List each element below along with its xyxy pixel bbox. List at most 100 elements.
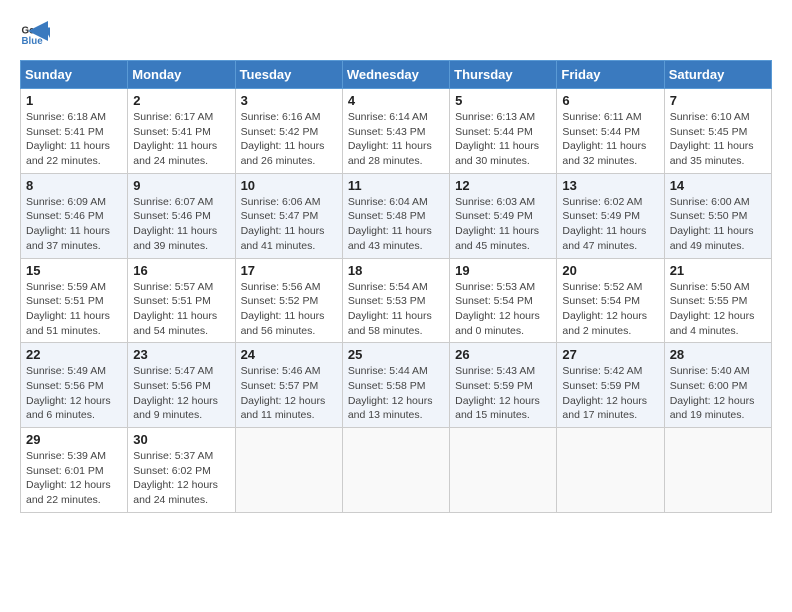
calendar-week-row: 22Sunrise: 5:49 AMSunset: 5:56 PMDayligh… [21, 343, 772, 428]
day-number: 22 [26, 347, 122, 362]
weekday-header: Saturday [664, 61, 771, 89]
calendar-cell [664, 428, 771, 513]
calendar-week-row: 29 Sunrise: 5:39 AMSunset: 6:01 PMDayligh… [21, 428, 772, 513]
calendar-cell: 3 Sunrise: 6:16 AMSunset: 5:42 PMDaylight… [235, 89, 342, 174]
day-info: Sunrise: 5:50 AMSunset: 5:55 PMDaylight:… [670, 280, 766, 339]
header: General Blue [20, 20, 772, 50]
weekday-header: Thursday [450, 61, 557, 89]
day-number: 24 [241, 347, 337, 362]
calendar-cell: 29 Sunrise: 5:39 AMSunset: 6:01 PMDayligh… [21, 428, 128, 513]
day-info: Sunrise: 5:42 AMSunset: 5:59 PMDaylight:… [562, 364, 658, 423]
calendar-cell: 9 Sunrise: 6:07 AMSunset: 5:46 PMDaylight… [128, 173, 235, 258]
day-info: Sunrise: 6:16 AMSunset: 5:42 PMDaylight:… [241, 110, 337, 169]
day-info: Sunrise: 5:57 AMSunset: 5:51 PMDaylight:… [133, 280, 229, 339]
calendar-cell: 4 Sunrise: 6:14 AMSunset: 5:43 PMDaylight… [342, 89, 449, 174]
day-info: Sunrise: 6:07 AMSunset: 5:46 PMDaylight:… [133, 195, 229, 254]
day-number: 13 [562, 178, 658, 193]
day-info: Sunrise: 5:53 AMSunset: 5:54 PMDaylight:… [455, 280, 551, 339]
day-info: Sunrise: 6:06 AMSunset: 5:47 PMDaylight:… [241, 195, 337, 254]
calendar-cell: 20 Sunrise: 5:52 AMSunset: 5:54 PMDayligh… [557, 258, 664, 343]
calendar-cell: 18 Sunrise: 5:54 AMSunset: 5:53 PMDayligh… [342, 258, 449, 343]
calendar-cell: 12 Sunrise: 6:03 AMSunset: 5:49 PMDayligh… [450, 173, 557, 258]
logo: General Blue [20, 20, 48, 50]
calendar-cell: 2 Sunrise: 6:17 AMSunset: 5:41 PMDaylight… [128, 89, 235, 174]
calendar-cell: 22Sunrise: 5:49 AMSunset: 5:56 PMDayligh… [21, 343, 128, 428]
calendar: SundayMondayTuesdayWednesdayThursdayFrid… [20, 60, 772, 513]
calendar-cell: 27Sunrise: 5:42 AMSunset: 5:59 PMDayligh… [557, 343, 664, 428]
calendar-cell: 7 Sunrise: 6:10 AMSunset: 5:45 PMDaylight… [664, 89, 771, 174]
day-info: Sunrise: 6:03 AMSunset: 5:49 PMDaylight:… [455, 195, 551, 254]
day-info: Sunrise: 5:54 AMSunset: 5:53 PMDaylight:… [348, 280, 444, 339]
day-info: Sunrise: 5:39 AMSunset: 6:01 PMDaylight:… [26, 449, 122, 508]
calendar-cell: 15 Sunrise: 5:59 AMSunset: 5:51 PMDayligh… [21, 258, 128, 343]
day-info: Sunrise: 5:40 AMSunset: 6:00 PMDaylight:… [670, 364, 766, 423]
calendar-cell: 14 Sunrise: 6:00 AMSunset: 5:50 PMDayligh… [664, 173, 771, 258]
day-info: Sunrise: 6:13 AMSunset: 5:44 PMDaylight:… [455, 110, 551, 169]
day-info: Sunrise: 6:10 AMSunset: 5:45 PMDaylight:… [670, 110, 766, 169]
calendar-cell: 8 Sunrise: 6:09 AMSunset: 5:46 PMDaylight… [21, 173, 128, 258]
calendar-cell: 30 Sunrise: 5:37 AMSunset: 6:02 PMDayligh… [128, 428, 235, 513]
day-number: 2 [133, 93, 229, 108]
day-number: 30 [133, 432, 229, 447]
day-info: Sunrise: 6:09 AMSunset: 5:46 PMDaylight:… [26, 195, 122, 254]
day-number: 18 [348, 263, 444, 278]
day-number: 11 [348, 178, 444, 193]
day-number: 4 [348, 93, 444, 108]
calendar-cell: 5Sunrise: 6:13 AMSunset: 5:44 PMDaylight… [450, 89, 557, 174]
day-info: Sunrise: 5:52 AMSunset: 5:54 PMDaylight:… [562, 280, 658, 339]
logo-arrow-icon [28, 21, 48, 41]
day-info: Sunrise: 6:14 AMSunset: 5:43 PMDaylight:… [348, 110, 444, 169]
day-info: Sunrise: 5:44 AMSunset: 5:58 PMDaylight:… [348, 364, 444, 423]
day-number: 15 [26, 263, 122, 278]
day-number: 9 [133, 178, 229, 193]
day-number: 29 [26, 432, 122, 447]
calendar-cell: 21 Sunrise: 5:50 AMSunset: 5:55 PMDayligh… [664, 258, 771, 343]
calendar-cell: 16 Sunrise: 5:57 AMSunset: 5:51 PMDayligh… [128, 258, 235, 343]
calendar-cell: 17 Sunrise: 5:56 AMSunset: 5:52 PMDayligh… [235, 258, 342, 343]
calendar-cell: 28 Sunrise: 5:40 AMSunset: 6:00 PMDayligh… [664, 343, 771, 428]
day-info: Sunrise: 5:43 AMSunset: 5:59 PMDaylight:… [455, 364, 551, 423]
day-number: 19 [455, 263, 551, 278]
day-info: Sunrise: 5:37 AMSunset: 6:02 PMDaylight:… [133, 449, 229, 508]
day-number: 8 [26, 178, 122, 193]
day-number: 20 [562, 263, 658, 278]
day-number: 28 [670, 347, 766, 362]
day-info: Sunrise: 6:04 AMSunset: 5:48 PMDaylight:… [348, 195, 444, 254]
calendar-cell: 26 Sunrise: 5:43 AMSunset: 5:59 PMDayligh… [450, 343, 557, 428]
day-number: 14 [670, 178, 766, 193]
day-number: 3 [241, 93, 337, 108]
day-number: 25 [348, 347, 444, 362]
calendar-cell: 1Sunrise: 6:18 AMSunset: 5:41 PMDaylight… [21, 89, 128, 174]
day-number: 7 [670, 93, 766, 108]
calendar-week-row: 15 Sunrise: 5:59 AMSunset: 5:51 PMDayligh… [21, 258, 772, 343]
day-number: 6 [562, 93, 658, 108]
day-info: Sunrise: 6:18 AMSunset: 5:41 PMDaylight:… [26, 110, 122, 169]
day-number: 10 [241, 178, 337, 193]
calendar-cell: 13Sunrise: 6:02 AMSunset: 5:49 PMDayligh… [557, 173, 664, 258]
weekday-header: Friday [557, 61, 664, 89]
calendar-cell: 10 Sunrise: 6:06 AMSunset: 5:47 PMDayligh… [235, 173, 342, 258]
day-number: 17 [241, 263, 337, 278]
day-number: 21 [670, 263, 766, 278]
calendar-cell: 11 Sunrise: 6:04 AMSunset: 5:48 PMDayligh… [342, 173, 449, 258]
day-number: 23 [133, 347, 229, 362]
day-info: Sunrise: 5:59 AMSunset: 5:51 PMDaylight:… [26, 280, 122, 339]
weekday-header: Tuesday [235, 61, 342, 89]
day-info: Sunrise: 5:56 AMSunset: 5:52 PMDaylight:… [241, 280, 337, 339]
calendar-cell: 24 Sunrise: 5:46 AMSunset: 5:57 PMDayligh… [235, 343, 342, 428]
calendar-cell [235, 428, 342, 513]
day-number: 16 [133, 263, 229, 278]
weekday-header: Sunday [21, 61, 128, 89]
calendar-cell: 23 Sunrise: 5:47 AMSunset: 5:56 PMDayligh… [128, 343, 235, 428]
calendar-cell: 6 Sunrise: 6:11 AMSunset: 5:44 PMDaylight… [557, 89, 664, 174]
calendar-cell [342, 428, 449, 513]
day-info: Sunrise: 5:47 AMSunset: 5:56 PMDaylight:… [133, 364, 229, 423]
day-number: 26 [455, 347, 551, 362]
day-info: Sunrise: 6:11 AMSunset: 5:44 PMDaylight:… [562, 110, 658, 169]
calendar-cell: 19 Sunrise: 5:53 AMSunset: 5:54 PMDayligh… [450, 258, 557, 343]
day-number: 12 [455, 178, 551, 193]
day-info: Sunrise: 6:00 AMSunset: 5:50 PMDaylight:… [670, 195, 766, 254]
calendar-cell [557, 428, 664, 513]
day-info: Sunrise: 6:17 AMSunset: 5:41 PMDaylight:… [133, 110, 229, 169]
day-info: Sunrise: 5:46 AMSunset: 5:57 PMDaylight:… [241, 364, 337, 423]
